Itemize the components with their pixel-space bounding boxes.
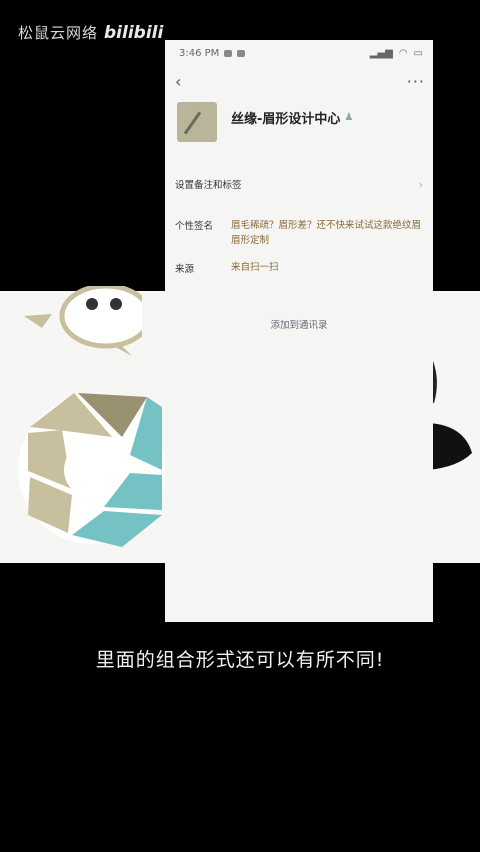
gender-icon: ♟ [344,112,354,123]
decorative-shapes [428,350,472,470]
source-value: 来自扫一扫 [231,262,279,273]
message-icon [237,49,246,57]
source-row: 来源 来自扫一扫 [165,260,433,275]
chevron-right-icon: › [418,177,423,191]
source-label: 来源 [175,263,195,275]
bilibili-logo: bilibili [104,22,164,43]
remark-tags-row[interactable]: 设置备注和标签 › [165,170,433,198]
back-icon[interactable]: ‹ [175,72,181,91]
battery-icon: ▭ [413,47,423,59]
signature-label: 个性签名 [175,221,214,232]
profile-header: 丝缘-眉形设计中心 ♟ [165,96,433,170]
add-to-contacts-button[interactable]: 添加到通讯录 [165,317,433,331]
remark-tags-label: 设置备注和标签 [175,180,242,191]
signature-row: 个性签名 眉毛稀疏？眉形差？还不快来试试这款绝纹眉 眉形定制 [165,218,433,248]
nav-bar: ‹ ··· [165,66,433,96]
chat-bubble-logo [24,286,142,356]
contact-profile-screen: 3:46 PM ▂▄▆ ◠ ▭ ‹ ··· 丝缘-眉形设计中心 ♟ 设置备注和标… [165,40,433,622]
notification-icon [224,49,233,57]
avatar[interactable] [177,102,217,142]
profile-name: 丝缘-眉形设计中心 ♟ [231,108,353,127]
channel-watermark: 松鼠云网络 bilibili [18,22,163,43]
video-subtitle: 里面的组合形式还可以有所不同! [95,649,385,671]
signature-value: 眉毛稀疏？眉形差？还不快来试试这款绝纹眉 眉形定制 [231,220,422,246]
aperture-logo [18,393,166,547]
contact-name: 丝缘-眉形设计中心 [231,112,341,127]
status-time: 3:46 PM [179,47,220,59]
channel-name: 松鼠云网络 [18,24,99,42]
signal-icon: ▂▄▆ [369,47,393,59]
more-options-icon[interactable]: ··· [407,72,425,91]
wifi-icon: ◠ [398,47,408,59]
status-bar: 3:46 PM ▂▄▆ ◠ ▭ [165,40,433,66]
